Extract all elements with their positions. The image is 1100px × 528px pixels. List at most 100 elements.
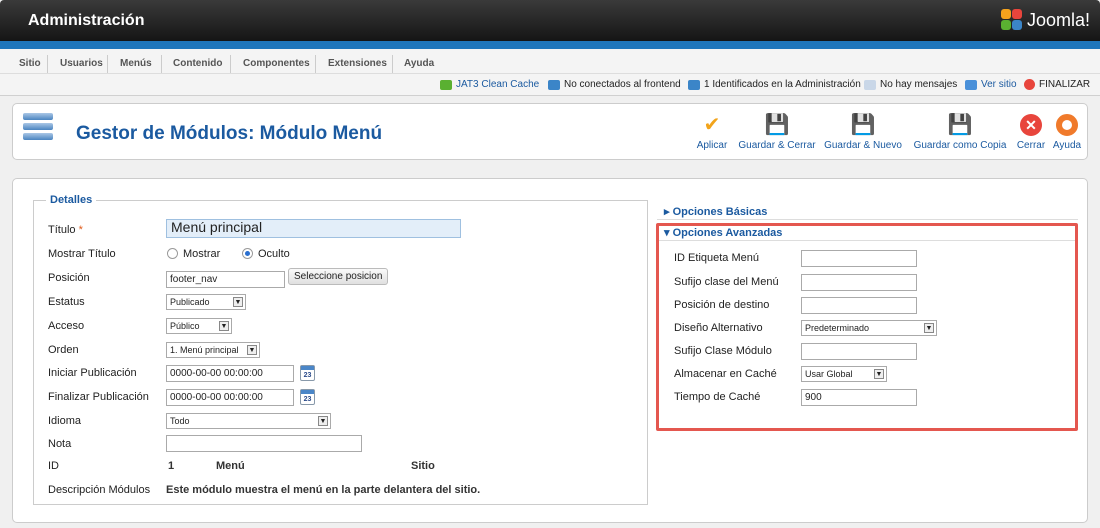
acceso-label: Acceso: [48, 320, 85, 332]
descripcion-value: Este módulo muestra el menú en la parte …: [166, 484, 481, 496]
admin-header: Administración Joomla!: [0, 0, 1100, 41]
orden-label: Orden: [48, 344, 79, 356]
id-etiqueta-input[interactable]: [801, 250, 917, 267]
estatus-select[interactable]: Publicado ▼: [166, 294, 246, 310]
close-icon: ✕: [1015, 114, 1047, 136]
calendar-icon[interactable]: 23: [300, 389, 315, 405]
menu-separator: [161, 55, 162, 73]
app-title: Administración: [28, 12, 145, 29]
admin-users-status[interactable]: 1 Identificados en la Administración: [688, 79, 861, 90]
menu-componentes[interactable]: Componentes: [243, 58, 310, 69]
sufijo-modulo-input[interactable]: [801, 343, 917, 360]
module-manager-icon: [23, 113, 53, 149]
save-copy-button[interactable]: 💾 Guardar como Copia: [907, 114, 1013, 151]
help-button[interactable]: Ayuda: [1049, 114, 1085, 151]
main-menu: Sitio Usuarios Menús Contenido Component…: [0, 49, 1100, 74]
joomla-logo: Joomla!: [1000, 9, 1090, 31]
finalizar-publicacion-label: Finalizar Publicación: [48, 391, 149, 403]
apply-button[interactable]: ✔ Aplicar: [687, 114, 737, 151]
menu-ayuda[interactable]: Ayuda: [404, 58, 434, 69]
idioma-select[interactable]: Todo ▼: [166, 413, 331, 429]
idioma-label: Idioma: [48, 415, 82, 427]
id-value: 1: [168, 460, 175, 472]
menu-separator: [107, 55, 108, 73]
oculto-radio-label: Oculto: [258, 248, 290, 260]
id-label: ID: [48, 460, 59, 472]
mostrar-titulo-label: Mostrar Título: [48, 248, 116, 260]
tiempo-cache-input[interactable]: 900: [801, 389, 917, 406]
estatus-label: Estatus: [48, 296, 85, 308]
descripcion-label: Descripción Módulos: [48, 484, 151, 496]
posicion-destino-label: Posición de destino: [674, 299, 770, 311]
close-button[interactable]: ✕ Cerrar: [1015, 114, 1047, 151]
posicion-input[interactable]: footer_nav: [166, 271, 285, 288]
menu-sitio[interactable]: Sitio: [19, 58, 41, 69]
toolbar-box: Gestor de Módulos: Módulo Menú ✔ Aplicar…: [12, 103, 1088, 160]
chevron-down-icon: ▼: [233, 297, 243, 307]
menu-separator: [47, 55, 48, 73]
mostrar-radio[interactable]: [167, 248, 178, 259]
mostrar-radio-label: Mostrar: [183, 248, 221, 260]
cache-select[interactable]: Usar Global ▼: [801, 366, 887, 382]
calendar-icon[interactable]: 23: [300, 365, 315, 381]
module-type-value: Menú: [216, 460, 245, 472]
messages-status[interactable]: No hay mensajes: [864, 79, 957, 90]
users-icon: [548, 79, 560, 90]
sufijo-menu-input[interactable]: [801, 274, 917, 291]
frontend-users-status[interactable]: No conectados al frontend: [548, 79, 681, 90]
details-fieldset: [33, 200, 648, 505]
iniciar-publicacion-label: Iniciar Publicación: [48, 367, 137, 379]
save-icon: 💾: [764, 114, 790, 136]
users-icon: [688, 79, 700, 90]
joomla-logo-icon: [1000, 9, 1023, 31]
iniciar-publicacion-input[interactable]: 0000-00-00 00:00:00: [166, 365, 294, 382]
nota-label: Nota: [48, 438, 72, 450]
cache-icon: [440, 79, 452, 90]
mail-icon: [864, 79, 876, 90]
triangle-right-icon: ▸: [664, 206, 673, 218]
acceso-select[interactable]: Público ▼: [166, 318, 232, 334]
chevron-down-icon: ▼: [318, 416, 328, 426]
sufijo-modulo-label: Sufijo Clase Módulo: [674, 345, 772, 357]
details-legend: Detalles: [46, 194, 97, 206]
monitor-icon: [965, 79, 977, 90]
clean-cache-link[interactable]: JAT3 Clean Cache: [440, 79, 539, 90]
header-accent-bar: [0, 41, 1100, 49]
oculto-radio[interactable]: [242, 248, 253, 259]
chevron-down-icon: ▼: [874, 369, 884, 379]
chevron-down-icon: ▼: [219, 321, 229, 331]
menu-separator: [315, 55, 316, 73]
finalizar-publicacion-input[interactable]: 0000-00-00 00:00:00: [166, 389, 294, 406]
logout-link[interactable]: FINALIZAR: [1024, 79, 1090, 90]
posicion-destino-input[interactable]: [801, 297, 917, 314]
save-copy-icon: 💾: [947, 114, 973, 136]
nota-input[interactable]: [166, 435, 362, 452]
menu-extensiones[interactable]: Extensiones: [328, 58, 387, 69]
cache-label: Almacenar en Caché: [674, 368, 777, 380]
titulo-input[interactable]: Menú principal: [166, 219, 461, 238]
menu-usuarios[interactable]: Usuarios: [60, 58, 103, 69]
view-site-link[interactable]: Ver sitio: [965, 79, 1017, 90]
save-close-button[interactable]: 💾 Guardar & Cerrar: [733, 114, 821, 151]
select-position-button[interactable]: Seleccione posicion: [288, 268, 389, 285]
chevron-down-icon: ▼: [247, 345, 257, 355]
logout-icon: [1024, 79, 1035, 90]
save-new-button[interactable]: 💾 Guardar & Nuevo: [821, 114, 905, 151]
menu-contenido[interactable]: Contenido: [173, 58, 222, 69]
client-value: Sitio: [411, 460, 435, 472]
menu-separator: [392, 55, 393, 73]
chevron-down-icon: ▼: [924, 323, 934, 333]
posicion-label: Posición: [48, 272, 90, 284]
titulo-label: Título *: [48, 224, 83, 236]
menu-separator: [230, 55, 231, 73]
required-marker: *: [78, 224, 83, 236]
id-etiqueta-label: ID Etiqueta Menú: [674, 252, 759, 264]
diseno-alternativo-select[interactable]: Predeterminado ▼: [801, 320, 937, 336]
diseno-alternativo-label: Diseño Alternativo: [674, 322, 763, 334]
menu-menus[interactable]: Menús: [120, 58, 152, 69]
lifebuoy-icon: [1049, 114, 1085, 136]
sufijo-menu-label: Sufijo clase del Menú: [674, 276, 779, 288]
orden-select[interactable]: 1. Menú principal ▼: [166, 342, 260, 358]
tiempo-cache-label: Tiempo de Caché: [674, 391, 761, 403]
basic-options-toggle[interactable]: ▸ Opciones Básicas: [657, 205, 1078, 220]
